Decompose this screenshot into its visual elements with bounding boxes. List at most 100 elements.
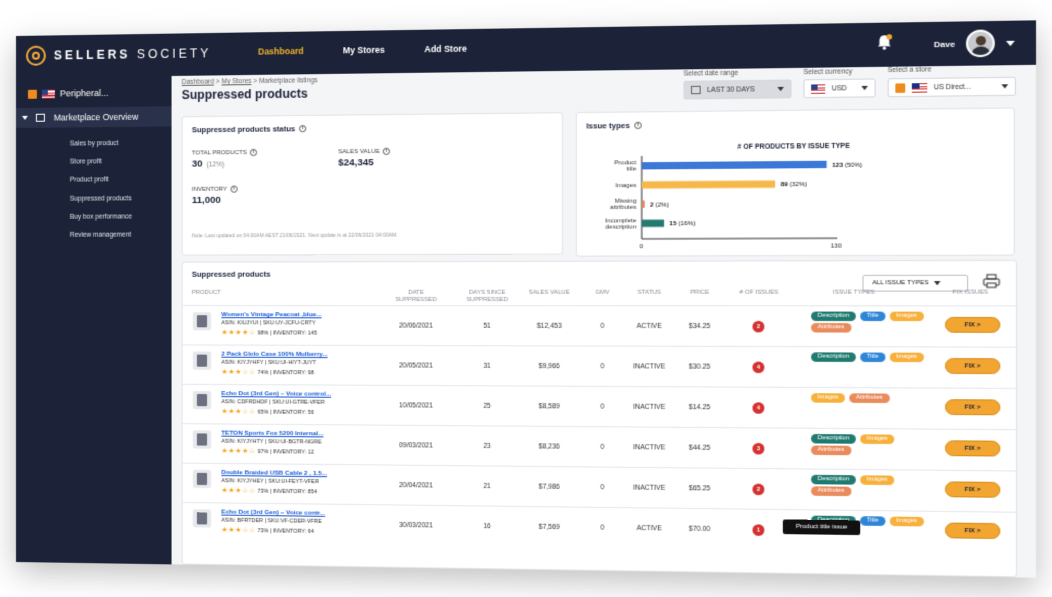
issue-tags: Description Title Images Attributes xyxy=(811,311,932,333)
sidebar-item-sales-by-product[interactable]: Sales by product xyxy=(70,135,132,154)
inventory-label: INVENTORY i xyxy=(192,185,238,193)
info-icon[interactable]: i xyxy=(249,148,257,157)
issue-tag[interactable]: Attributes xyxy=(849,393,890,404)
sales-value: $24,345 xyxy=(338,157,374,169)
breadcrumb: Dashboard > My Stores > Marketplace list… xyxy=(181,77,318,86)
issue-tag[interactable]: Description xyxy=(811,311,856,322)
store-value: US Direct... xyxy=(933,83,971,91)
issue-tag[interactable]: Title xyxy=(860,352,886,363)
flag-icon xyxy=(911,82,928,93)
nav-dashboard[interactable]: Dashboard xyxy=(258,46,304,57)
sidebar-item-store-profit[interactable]: Store profit xyxy=(70,153,132,172)
chevron-down-icon xyxy=(861,85,868,91)
product-name-link[interactable]: Women's Vintage Peacoat ,blue... xyxy=(221,311,321,318)
product-name-link[interactable]: Echo Dot (3rd Gen) – Voice control... xyxy=(221,390,331,398)
issue-tag[interactable]: Attributes xyxy=(811,323,851,333)
issue-tag[interactable]: Images xyxy=(889,516,924,527)
date-range-dropdown[interactable]: LAST 30 DAYS xyxy=(683,79,792,100)
status: ACTIVE xyxy=(636,524,662,533)
amazon-icon xyxy=(27,89,37,99)
product-thumbnail xyxy=(192,351,212,370)
bar xyxy=(641,200,645,208)
breadcrumb-my-stores[interactable]: My Stores xyxy=(222,78,252,85)
issue-tag[interactable]: Title xyxy=(860,516,886,526)
header-issues: # OF ISSUES xyxy=(739,289,779,296)
fix-button[interactable]: FIX > xyxy=(944,399,1001,416)
sidebar-item-suppressed-products[interactable]: Suppressed products xyxy=(70,190,132,209)
fix-button[interactable]: FIX > xyxy=(944,481,1001,498)
product-name-link[interactable]: Double Braided USB Cable 2 , 1.5... xyxy=(221,469,327,477)
product-name-link[interactable]: Echo Dot (3rd Gen) – Voice contr... xyxy=(221,508,325,516)
status: INACTIVE xyxy=(633,484,666,493)
fix-button[interactable]: FIX > xyxy=(944,440,1001,457)
header-sales: SALES VALUE xyxy=(528,289,570,296)
store-selector[interactable]: Peripheral... xyxy=(27,88,109,99)
fix-button[interactable]: FIX > xyxy=(944,522,1001,540)
product-asin: ASIN: KIUJYUI | SKU:UY-JCFU-CRTY xyxy=(221,320,316,327)
issue-tag[interactable]: Description xyxy=(811,474,856,485)
product-name-link[interactable]: TETON Sports Fox 5200 Internal... xyxy=(221,430,323,438)
issue-tag[interactable]: Description xyxy=(811,433,856,444)
info-icon[interactable]: i xyxy=(382,147,391,155)
sidebar-item-buy-box-performance[interactable]: Buy box performance xyxy=(70,208,132,227)
product-thumbnail xyxy=(192,430,212,449)
fix-button[interactable]: FIX > xyxy=(944,358,1001,375)
currency-dropdown[interactable]: USD xyxy=(803,78,876,99)
data-label: 2 (2%) xyxy=(650,202,669,208)
product-asin: ASIN: KIYJYHTY | SKU:UI-BGTR-NGRE xyxy=(221,438,322,446)
issue-count-badge: 3 xyxy=(752,442,765,455)
product-asin: ASIN: CDFRDHDF | SKU:UI-GTRE-VFER xyxy=(221,399,325,406)
price: $30.25 xyxy=(688,363,711,371)
rating-stars: ★★★☆☆ xyxy=(221,487,256,495)
app-window: SELLERS SOCIETY Dashboard My Stores Add … xyxy=(16,20,1037,578)
product-asin: ASIN: KIYJYHFY | SKU:UI-HIYT-JUYT xyxy=(221,359,317,367)
issue-tag[interactable]: Images xyxy=(889,311,924,322)
product-asin: ASIN: KIYJYHEY | SKU:UI-FEYT-VFER xyxy=(221,478,319,486)
sales-value: $12,453 xyxy=(536,322,562,330)
issue-tag[interactable]: Images xyxy=(889,352,924,363)
issue-tags: Description Images Attributes xyxy=(811,433,932,456)
nav-my-stores[interactable]: My Stores xyxy=(343,45,385,56)
issue-tag[interactable]: Images xyxy=(811,393,845,403)
fix-button[interactable]: FIX > xyxy=(944,316,1001,333)
avatar xyxy=(966,29,995,58)
sidebar-item-review-management[interactable]: Review management xyxy=(70,227,132,246)
category-label: Incompletedescription xyxy=(605,218,637,231)
header-fix: FIX ISSUES xyxy=(952,289,989,296)
issue-tags: Description TitleImages xyxy=(811,352,932,363)
issue-tag[interactable]: Images xyxy=(860,475,895,486)
days-since: 23 xyxy=(483,442,491,451)
product-name-link[interactable]: 2 Pack Glolo Case 100% Mulberry... xyxy=(221,351,327,358)
issue-tag[interactable]: Attributes xyxy=(811,486,851,497)
days-since: 31 xyxy=(483,362,491,370)
sidebar-item-product-profit[interactable]: Product profit xyxy=(70,172,132,191)
issue-tag[interactable]: Description xyxy=(811,352,856,362)
sidebar-item-marketplace-overview[interactable]: Marketplace Overview xyxy=(16,106,172,128)
date-suppressed: 30/03/2021 xyxy=(399,521,433,530)
brand-logo[interactable]: SELLERS SOCIETY xyxy=(25,43,212,66)
bell-icon[interactable] xyxy=(874,32,894,51)
us-flag-icon xyxy=(41,89,55,99)
chevron-down-icon xyxy=(1006,40,1015,46)
info-icon[interactable]: i xyxy=(230,185,238,193)
issue-tag[interactable]: Images xyxy=(860,434,895,445)
print-icon[interactable] xyxy=(983,274,1001,289)
store-dropdown[interactable]: US Direct... xyxy=(887,76,1016,98)
info-icon[interactable]: i xyxy=(299,125,307,133)
info-icon[interactable]: i xyxy=(634,121,642,130)
product-rating: ★★★☆☆ 73% | INVENTORY: 854 xyxy=(221,487,318,496)
breadcrumb-dashboard[interactable]: Dashboard xyxy=(182,78,214,85)
category-label: Images xyxy=(615,183,636,189)
us-flag-icon xyxy=(811,83,826,94)
table-body: Women's Vintage Peacoat ,blue... ASIN: KI… xyxy=(182,261,1019,556)
main-nav: Dashboard My Stores Add Store xyxy=(258,43,467,56)
issue-tag[interactable]: Attributes xyxy=(811,445,851,456)
user-menu[interactable]: Dave xyxy=(934,29,1015,58)
price: $14.25 xyxy=(688,403,711,412)
product-thumbnail xyxy=(192,312,212,331)
chevron-down-icon xyxy=(21,115,28,120)
rating-stars: ★★★☆☆ xyxy=(221,368,256,377)
price: $65.25 xyxy=(688,485,711,493)
nav-add-store[interactable]: Add Store xyxy=(424,43,466,54)
issue-tag[interactable]: Title xyxy=(860,311,886,322)
